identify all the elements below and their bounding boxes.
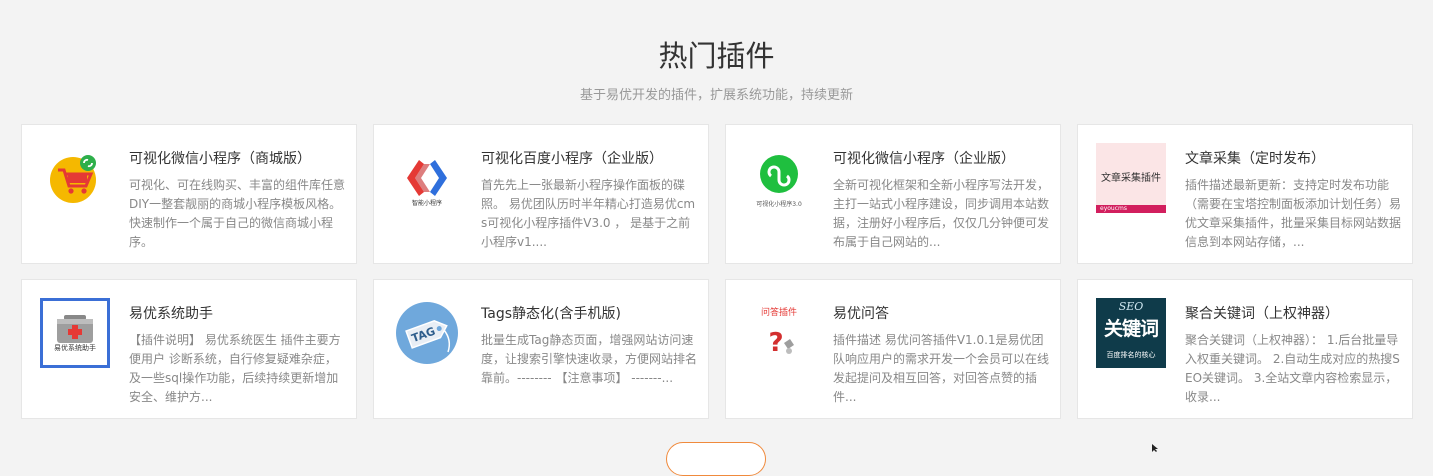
thumb-big: 关键词 (1103, 318, 1159, 340)
plugin-name[interactable]: 聚合关键词（上权神器） (1185, 304, 1402, 324)
mouse-cursor-icon (1152, 444, 1158, 452)
plugin-desc: 【插件说明】 易优系统医生 插件主要方便用户 诊断系统，自行修复疑难杂症，及一些… (129, 333, 341, 404)
svg-text:?: ? (768, 328, 783, 358)
plugin-card[interactable]: 文章采集插件 eyoucms 文章采集（定时发布） 插件描述最新更新：支持定时发… (1077, 124, 1413, 264)
thumb-footer: eyoucms (1100, 205, 1127, 212)
thumb-label: 可视化小程序3.0 (756, 200, 802, 208)
plugin-grid: 可视化微信小程序（商城版） 可视化、可在线购买、丰富的组件库任意DIY一整套靓丽… (21, 124, 1413, 419)
article-collect-icon: 文章采集插件 eyoucms (1096, 143, 1166, 213)
plugin-card[interactable]: 可视化小程序3.0 可视化微信小程序（企业版） 全新可视化框架和全新小程序写法开… (725, 124, 1061, 264)
plugin-name[interactable]: 易优系统助手 (129, 304, 346, 324)
thumb-label: 文章采集插件 (1101, 173, 1161, 184)
plugin-card[interactable]: SEO 关键词 百度排名的核心 聚合关键词（上权神器） 聚合关键词（上权神器）：… (1077, 279, 1413, 419)
thumb-label: 易优系统助手 (54, 344, 96, 352)
plugin-desc: 首先先上一张最新小程序操作面板的碟照。 易优团队历时半年精心打造易优cms可视化… (481, 178, 696, 249)
first-aid-kit-icon: 易优系统助手 (40, 298, 110, 368)
plugin-desc: 插件描述最新更新：支持定时发布功能（需要在宝塔控制面板添加计划任务）易优文章采集… (1185, 178, 1402, 249)
baidu-miniprogram-icon: 智能小程序 (392, 143, 462, 213)
thumb-small: 百度排名的核心 (1106, 351, 1156, 359)
plugin-card[interactable]: 问答插件 ? 易优问答 插件描述 易优问答插件V1.0.1是易优团队响应用户的需… (725, 279, 1061, 419)
plugin-name[interactable]: 可视化微信小程序（企业版） (833, 149, 1050, 169)
seo-keyword-icon: SEO 关键词 百度排名的核心 (1096, 298, 1166, 368)
plugin-name[interactable]: 可视化微信小程序（商城版） (129, 149, 346, 169)
plugin-name[interactable]: 易优问答 (833, 304, 1050, 324)
plugin-name[interactable]: Tags静态化(含手机版) (481, 304, 698, 324)
thumb-seo: SEO (1118, 300, 1144, 313)
plugin-desc: 批量生成Tag静态页面，增强网站访问速度，让搜索引擎快速收录，方便网站排名靠前。… (481, 333, 698, 385)
plugin-desc: 插件描述 易优问答插件V1.0.1是易优团队响应用户的需求开发一个会员可以在线发… (833, 333, 1050, 404)
plugin-desc: 可视化、可在线购买、丰富的组件库任意DIY一整套靓丽的商城小程序模板风格。快速制… (129, 178, 346, 249)
section-subtitle: 基于易优开发的插件，扩展系统功能，持续更新 (579, 88, 853, 103)
plugin-name[interactable]: 文章采集（定时发布） (1185, 149, 1402, 169)
thumb-label: 智能小程序 (412, 199, 442, 207)
tag-icon: TAG (392, 298, 462, 368)
plugin-desc: 聚合关键词（上权神器）： 1.后台批量导入权重关键词。 2.自动生成对应的热搜S… (1185, 333, 1400, 404)
plugin-desc: 全新可视化框架和全新小程序写法开发，主打一站式小程序建设，同步调用本站数据，注册… (833, 178, 1050, 249)
section-title: 热门插件 (658, 39, 775, 73)
plugin-card[interactable]: TAG Tags静态化(含手机版) 批量生成Tag静态页面，增强网站访问速度，让… (373, 279, 709, 419)
thumb-label: 问答插件 (761, 306, 797, 318)
shopping-cart-icon (40, 143, 110, 213)
plugin-card[interactable]: 易优系统助手 易优系统助手 【插件说明】 易优系统医生 插件主要方便用户 诊断系… (21, 279, 357, 419)
plugin-card[interactable]: 智能小程序 可视化百度小程序（企业版） 首先先上一张最新小程序操作面板的碟照。 … (373, 124, 709, 264)
wechat-miniprogram-icon: 可视化小程序3.0 (744, 143, 814, 213)
plugin-card[interactable]: 可视化微信小程序（商城版） 可视化、可在线购买、丰富的组件库任意DIY一整套靓丽… (21, 124, 357, 264)
plugin-name[interactable]: 可视化百度小程序（企业版） (481, 149, 698, 169)
more-plugins-button[interactable] (666, 442, 766, 476)
question-mark-icon: 问答插件 ? (744, 298, 814, 368)
